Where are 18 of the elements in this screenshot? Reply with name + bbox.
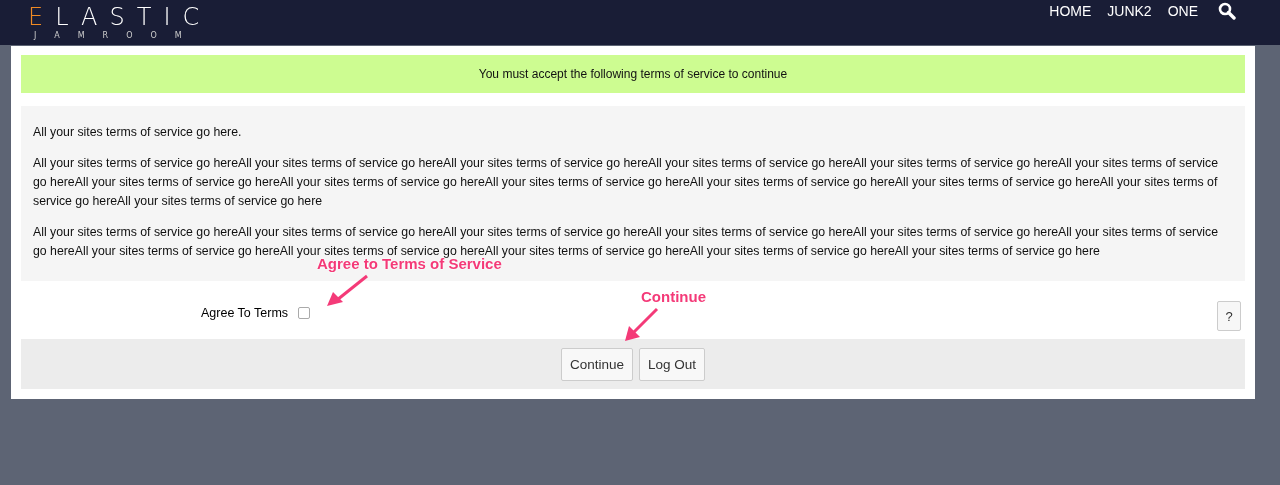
annotation-arrow (325, 274, 369, 308)
terms-paragraph: All your sites terms of service go here. (33, 124, 243, 141)
search-icon[interactable] (1218, 2, 1236, 20)
notice-banner: You must accept the following terms of service to continue (21, 55, 1245, 93)
help-button[interactable]: ? (1217, 301, 1241, 331)
action-button[interactable]: Continue (560, 347, 633, 381)
logo-tagline: JAMROOM (34, 31, 201, 41)
annotation-text: Continue (641, 288, 706, 305)
agree-label: Agree To Terms (201, 306, 289, 320)
annotation-arrow (623, 307, 659, 343)
nav-link[interactable]: JUNK2 (1107, 3, 1152, 19)
nav-link[interactable]: HOME (1049, 3, 1092, 19)
terms-paragraph: All your sites terms of service go hereAll your sites terms of service go hereAll your sites terms of service go hereAll your sites terms of service go hereAll your sites terms of service go hereAll your sites terms of service go hereAll your sites terms of service go hereAll your sites terms of service go hereAll your sites terms of service go hereAll your sites terms of service go hereAll your sites terms of service go here (33, 224, 1220, 259)
logo-text: E LASTIC (28, 3, 212, 31)
nav-link[interactable]: ONE (1167, 3, 1198, 19)
terms-paragraph: All your sites terms of service go hereAll your sites terms of service go hereAll your sites terms of service go hereAll your sites terms of service go hereAll your sites terms of service go hereAll your sites terms of service go hereAll your sites terms of service go hereAll your sites terms of service go hereAll your sites terms of service go hereAll your sites terms of service go hereAll your sites terms of service go hereAll your sites terms of service go hereAll your sites terms of service go here (33, 155, 1220, 210)
action-button[interactable]: Log Out (639, 347, 706, 381)
agree-checkbox[interactable] (298, 307, 311, 319)
